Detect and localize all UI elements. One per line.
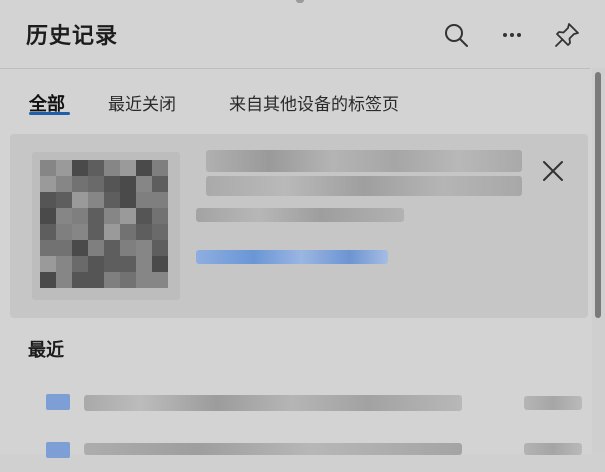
thumbnail-pixel xyxy=(72,192,88,208)
card-subtitle-redacted xyxy=(196,208,404,222)
thumbnail-pixel xyxy=(136,160,152,176)
thumbnail-pixel xyxy=(56,272,72,288)
thumbnail-pixel xyxy=(104,208,120,224)
thumbnail-pixel xyxy=(136,256,152,272)
thumbnail-mosaic xyxy=(40,160,168,288)
thumbnail-pixel xyxy=(136,192,152,208)
thumbnail-pixel xyxy=(40,240,56,256)
card-link-redacted[interactable] xyxy=(196,250,388,264)
thumbnail-pixel xyxy=(40,224,56,240)
scrollbar-thumb[interactable] xyxy=(595,72,601,318)
thumbnail-pixel xyxy=(40,272,56,288)
thumbnail-pixel xyxy=(72,208,88,224)
thumbnail-pixel xyxy=(104,240,120,256)
thumbnail-pixel xyxy=(72,240,88,256)
pin-icon xyxy=(555,23,579,47)
pin-button[interactable] xyxy=(552,20,582,50)
thumbnail-pixel xyxy=(152,224,168,240)
site-favicon-icon xyxy=(46,394,70,410)
thumbnail-pixel xyxy=(120,272,136,288)
thumbnail-pixel xyxy=(104,192,120,208)
thumbnail-pixel xyxy=(56,192,72,208)
thumbnail-pixel xyxy=(136,176,152,192)
thumbnail-pixel xyxy=(88,160,104,176)
thumbnail-pixel xyxy=(56,224,72,240)
site-favicon-icon xyxy=(46,442,70,458)
thumbnail-pixel xyxy=(104,272,120,288)
thumbnail-pixel xyxy=(40,160,56,176)
page-title: 历史记录 xyxy=(26,24,119,49)
thumbnail-pixel xyxy=(152,256,168,272)
thumbnail-pixel xyxy=(136,240,152,256)
thumbnail-pixel xyxy=(88,176,104,192)
thumbnail-pixel xyxy=(120,192,136,208)
thumbnail-pixel xyxy=(104,160,120,176)
thumbnail-pixel xyxy=(40,192,56,208)
item-title-redacted xyxy=(84,395,462,411)
featured-history-card[interactable] xyxy=(10,134,588,318)
thumbnail-pixel xyxy=(136,208,152,224)
header-divider xyxy=(0,68,590,69)
list-item[interactable] xyxy=(0,384,590,424)
thumbnail-pixel xyxy=(40,176,56,192)
tab-recently-closed[interactable]: 最近关闭 xyxy=(108,90,176,115)
thumbnail-pixel xyxy=(152,208,168,224)
thumbnail-pixel xyxy=(56,160,72,176)
thumbnail-pixel xyxy=(152,176,168,192)
history-header: 历史记录 xyxy=(0,0,605,68)
thumbnail-pixel xyxy=(72,176,88,192)
more-options-button[interactable] xyxy=(497,20,527,50)
thumbnail-pixel xyxy=(72,224,88,240)
thumbnail-pixel xyxy=(56,176,72,192)
thumbnail-pixel xyxy=(120,160,136,176)
thumbnail-pixel xyxy=(88,208,104,224)
card-title-redacted-line-2 xyxy=(206,176,522,196)
thumbnail-pixel xyxy=(56,240,72,256)
item-time-redacted xyxy=(524,396,582,410)
thumbnail-pixel xyxy=(152,240,168,256)
thumbnail-pixel xyxy=(104,256,120,272)
thumbnail-pixel xyxy=(136,224,152,240)
thumbnail-pixel xyxy=(120,256,136,272)
thumbnail-pixel xyxy=(120,224,136,240)
thumbnail-pixel xyxy=(120,208,136,224)
close-icon[interactable] xyxy=(540,158,566,184)
thumbnail-pixel xyxy=(56,208,72,224)
item-title-redacted xyxy=(84,443,462,455)
thumbnail-pixel xyxy=(152,272,168,288)
thumbnail-pixel xyxy=(40,256,56,272)
search-icon xyxy=(445,24,468,47)
thumbnail-pixel xyxy=(72,272,88,288)
thumbnail-pixel xyxy=(152,160,168,176)
thumbnail-pixel xyxy=(136,272,152,288)
thumbnail-pixel xyxy=(152,192,168,208)
history-panel: 历史记录 全部 最近关闭 来自其他设备的标签页 最近 xyxy=(0,0,605,458)
active-tab-indicator xyxy=(29,112,70,115)
thumbnail-pixel xyxy=(88,224,104,240)
recent-section-title: 最近 xyxy=(28,340,64,361)
history-tabs: 全部 最近关闭 来自其他设备的标签页 xyxy=(0,82,590,126)
thumbnail-pixel xyxy=(88,240,104,256)
tab-other-devices[interactable]: 来自其他设备的标签页 xyxy=(229,90,399,115)
thumbnail-pixel xyxy=(88,272,104,288)
thumbnail-pixel xyxy=(72,256,88,272)
pixelated-thumbnail xyxy=(32,152,180,300)
thumbnail-pixel xyxy=(56,256,72,272)
item-time-redacted xyxy=(524,443,582,455)
thumbnail-pixel xyxy=(120,176,136,192)
card-title-redacted xyxy=(206,150,522,172)
search-button[interactable] xyxy=(441,20,471,50)
thumbnail-pixel xyxy=(72,160,88,176)
more-icon xyxy=(503,33,521,37)
thumbnail-pixel xyxy=(120,240,136,256)
thumbnail-pixel xyxy=(88,192,104,208)
thumbnail-pixel xyxy=(104,224,120,240)
list-item[interactable] xyxy=(0,432,590,472)
thumbnail-pixel xyxy=(40,208,56,224)
thumbnail-pixel xyxy=(88,256,104,272)
thumbnail-pixel xyxy=(104,176,120,192)
